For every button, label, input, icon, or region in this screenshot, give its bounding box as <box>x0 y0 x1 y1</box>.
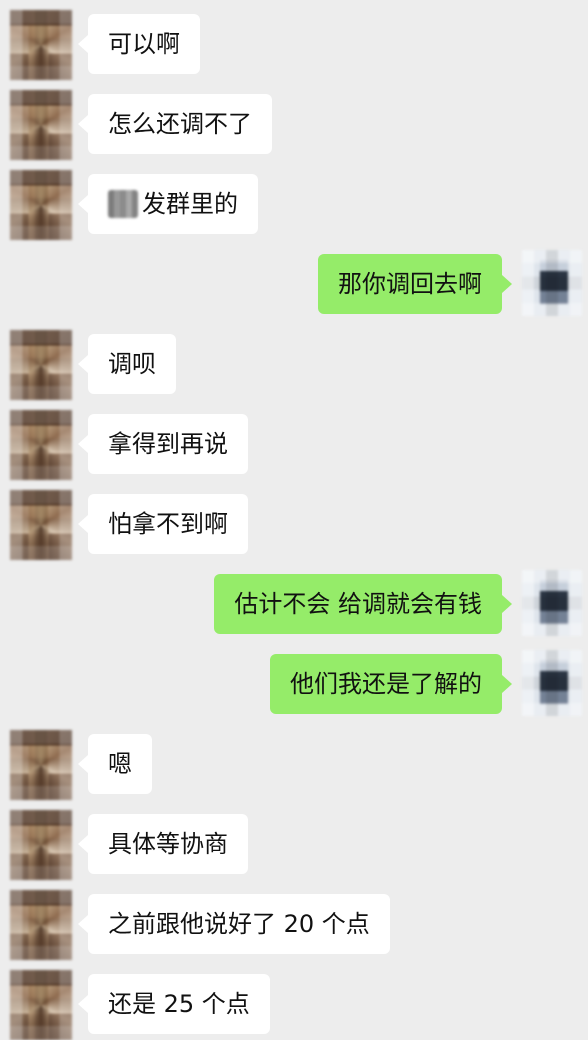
contact-avatar[interactable] <box>10 490 72 560</box>
redacted-text-block <box>108 190 138 218</box>
message-text: 那你调回去啊 <box>338 270 482 298</box>
message-row: 嗯 <box>0 730 588 800</box>
message-bubble-incoming[interactable]: 发群里的 <box>78 174 258 234</box>
message-row: 怕拿不到啊 <box>0 490 588 560</box>
message-bubble-incoming[interactable]: 调呗 <box>78 334 176 394</box>
message-bubble-incoming[interactable]: 嗯 <box>78 734 152 794</box>
contact-avatar[interactable] <box>10 170 72 240</box>
message-bubble-incoming[interactable]: 怎么还调不了 <box>78 94 272 154</box>
message-bubble-incoming[interactable]: 怕拿不到啊 <box>78 494 248 554</box>
self-avatar[interactable] <box>522 250 582 316</box>
message-row: 调呗 <box>0 330 588 400</box>
self-avatar[interactable] <box>522 650 582 716</box>
message-bubble-outgoing[interactable]: 那你调回去啊 <box>318 254 512 314</box>
message-row: 还是 25 个点 <box>0 970 588 1040</box>
message-bubble-outgoing[interactable]: 他们我还是了解的 <box>270 654 512 714</box>
message-row: 具体等协商 <box>0 810 588 880</box>
message-row: 怎么还调不了 <box>0 90 588 160</box>
message-text: 调呗 <box>108 350 156 378</box>
message-text: 他们我还是了解的 <box>290 670 482 698</box>
message-bubble-outgoing[interactable]: 估计不会 给调就会有钱 <box>214 574 512 634</box>
message-text: 嗯 <box>108 750 132 778</box>
message-text: 估计不会 给调就会有钱 <box>234 590 482 618</box>
message-text: 具体等协商 <box>108 830 228 858</box>
message-text: 怎么还调不了 <box>108 110 252 138</box>
contact-avatar[interactable] <box>10 810 72 880</box>
contact-avatar[interactable] <box>10 10 72 80</box>
contact-avatar[interactable] <box>10 730 72 800</box>
contact-avatar[interactable] <box>10 890 72 960</box>
self-avatar[interactable] <box>522 570 582 636</box>
message-bubble-incoming[interactable]: 拿得到再说 <box>78 414 248 474</box>
message-text: 怕拿不到啊 <box>108 510 228 538</box>
message-row: 拿得到再说 <box>0 410 588 480</box>
message-text: 发群里的 <box>142 190 238 218</box>
message-bubble-incoming[interactable]: 之前跟他说好了 20 个点 <box>78 894 390 954</box>
contact-avatar[interactable] <box>10 330 72 400</box>
contact-avatar[interactable] <box>10 90 72 160</box>
message-row: 发群里的 <box>0 170 588 240</box>
message-text: 可以啊 <box>108 30 180 58</box>
message-row: 之前跟他说好了 20 个点 <box>0 890 588 960</box>
contact-avatar[interactable] <box>10 970 72 1040</box>
message-text: 还是 25 个点 <box>108 990 250 1018</box>
contact-avatar[interactable] <box>10 410 72 480</box>
message-text: 拿得到再说 <box>108 430 228 458</box>
message-row: 那你调回去啊 <box>0 250 588 320</box>
message-row: 他们我还是了解的 <box>0 650 588 720</box>
message-bubble-incoming[interactable]: 还是 25 个点 <box>78 974 270 1034</box>
message-row: 估计不会 给调就会有钱 <box>0 570 588 640</box>
message-bubble-incoming[interactable]: 具体等协商 <box>78 814 248 874</box>
message-row: 可以啊 <box>0 10 588 80</box>
message-bubble-incoming[interactable]: 可以啊 <box>78 14 200 74</box>
message-text: 之前跟他说好了 20 个点 <box>108 910 370 938</box>
